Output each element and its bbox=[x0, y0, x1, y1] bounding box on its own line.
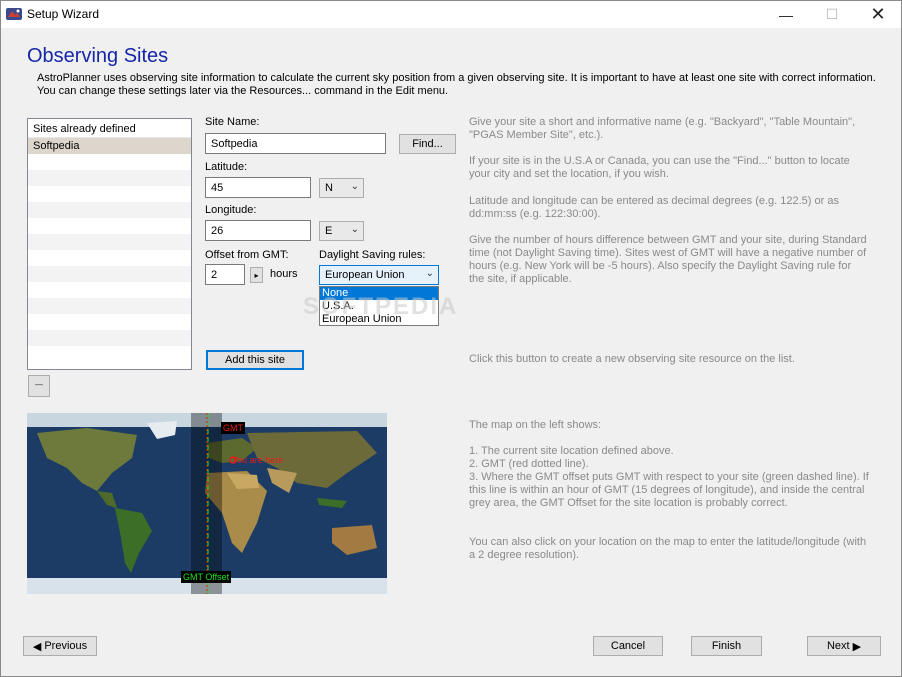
offset-field[interactable]: 2 bbox=[205, 264, 245, 285]
window-title: Setup Wizard bbox=[27, 7, 100, 21]
empty-row bbox=[28, 346, 191, 362]
minimize-button[interactable]: — bbox=[763, 1, 809, 28]
longitude-label: Longitude: bbox=[205, 204, 257, 216]
find-button[interactable]: Find... bbox=[399, 134, 456, 154]
previous-label: Previous bbox=[44, 640, 88, 652]
offset-spin-button[interactable]: ▸ bbox=[250, 267, 263, 283]
empty-row bbox=[28, 234, 191, 250]
chevron-down-icon: ⌄ bbox=[350, 181, 359, 192]
app-icon bbox=[6, 8, 22, 20]
remove-site-button[interactable]: − bbox=[28, 375, 50, 397]
empty-row bbox=[28, 250, 191, 266]
latitude-label: Latitude: bbox=[205, 161, 248, 173]
next-label: Next bbox=[826, 640, 850, 652]
longitude-direction-select[interactable]: E ⌄ bbox=[319, 221, 364, 241]
dst-select-value: European Union bbox=[325, 269, 405, 281]
help-site-name: Give your site a short and informative n… bbox=[469, 116, 856, 141]
empty-row bbox=[28, 330, 191, 346]
help-map-3: 3. Where the GMT offset puts GMT with re… bbox=[469, 471, 869, 509]
finish-button[interactable]: Finish bbox=[691, 636, 762, 656]
help-map-2: 2. GMT (red dotted line). bbox=[469, 458, 589, 470]
arrow-right-icon: ▶ bbox=[852, 640, 862, 653]
hours-label: hours bbox=[270, 268, 298, 280]
page-title: Observing Sites bbox=[27, 45, 169, 67]
empty-row bbox=[28, 314, 191, 330]
chevron-down-icon: ⌄ bbox=[425, 268, 434, 279]
empty-row bbox=[28, 218, 191, 234]
gmt-offset-map-label: GMT Offset bbox=[181, 571, 232, 583]
maximize-button[interactable]: ☐ bbox=[809, 1, 855, 28]
you-are-here-label: You are here bbox=[232, 455, 284, 465]
empty-row bbox=[28, 154, 191, 170]
empty-row bbox=[28, 202, 191, 218]
world-map-image bbox=[27, 413, 387, 594]
sites-list-header: Sites already defined bbox=[28, 119, 191, 138]
list-item[interactable]: Softpedia bbox=[28, 138, 191, 154]
sites-list[interactable]: Sites already defined Softpedia bbox=[27, 118, 192, 370]
dst-label: Daylight Saving rules: bbox=[319, 249, 426, 261]
help-find: If your site is in the U.S.A or Canada, … bbox=[469, 155, 850, 180]
empty-row bbox=[28, 170, 191, 186]
empty-row bbox=[28, 282, 191, 298]
site-name-field[interactable]: Softpedia bbox=[205, 133, 386, 154]
arrow-left-icon: ◀ bbox=[32, 640, 42, 653]
help-lat-long: Latitude and longitude can be entered as… bbox=[469, 195, 839, 220]
help-add: Click this button to create a new observ… bbox=[469, 353, 795, 365]
longitude-direction-value: E bbox=[325, 225, 333, 237]
empty-row bbox=[28, 266, 191, 282]
site-name-label: Site Name: bbox=[205, 116, 260, 128]
title-bar: Setup Wizard — ☐ ✕ bbox=[1, 1, 901, 28]
next-button[interactable]: Next ▶ bbox=[807, 636, 881, 656]
help-map-intro: The map on the left shows: bbox=[469, 419, 602, 431]
cancel-button[interactable]: Cancel bbox=[593, 636, 663, 656]
latitude-direction-value: N bbox=[325, 182, 333, 194]
chevron-down-icon: ⌄ bbox=[350, 224, 359, 235]
empty-row bbox=[28, 298, 191, 314]
gmt-map-label: GMT bbox=[221, 422, 245, 434]
help-map-click: You can also click on your location on t… bbox=[469, 536, 867, 561]
latitude-direction-select[interactable]: N ⌄ bbox=[319, 178, 364, 198]
offset-label: Offset from GMT: bbox=[205, 249, 289, 261]
previous-button[interactable]: ◀ Previous bbox=[23, 636, 97, 656]
watermark: SOFTPEDIA bbox=[303, 293, 459, 320]
dst-select[interactable]: European Union ⌄ bbox=[319, 265, 439, 285]
empty-row bbox=[28, 186, 191, 202]
latitude-field[interactable]: 45 bbox=[205, 177, 311, 198]
add-site-button[interactable]: Add this site bbox=[206, 350, 304, 370]
help-map-1: 1. The current site location defined abo… bbox=[469, 445, 674, 457]
setup-wizard-window: Setup Wizard — ☐ ✕ Observing Sites Astro… bbox=[0, 0, 902, 677]
world-map[interactable]: GMT You are here GMT Offset bbox=[27, 413, 387, 594]
help-offset: Give the number of hours difference betw… bbox=[469, 234, 867, 285]
intro-text: AstroPlanner uses observing site informa… bbox=[37, 72, 876, 97]
longitude-field[interactable]: 26 bbox=[205, 220, 311, 241]
close-button[interactable]: ✕ bbox=[855, 1, 901, 28]
